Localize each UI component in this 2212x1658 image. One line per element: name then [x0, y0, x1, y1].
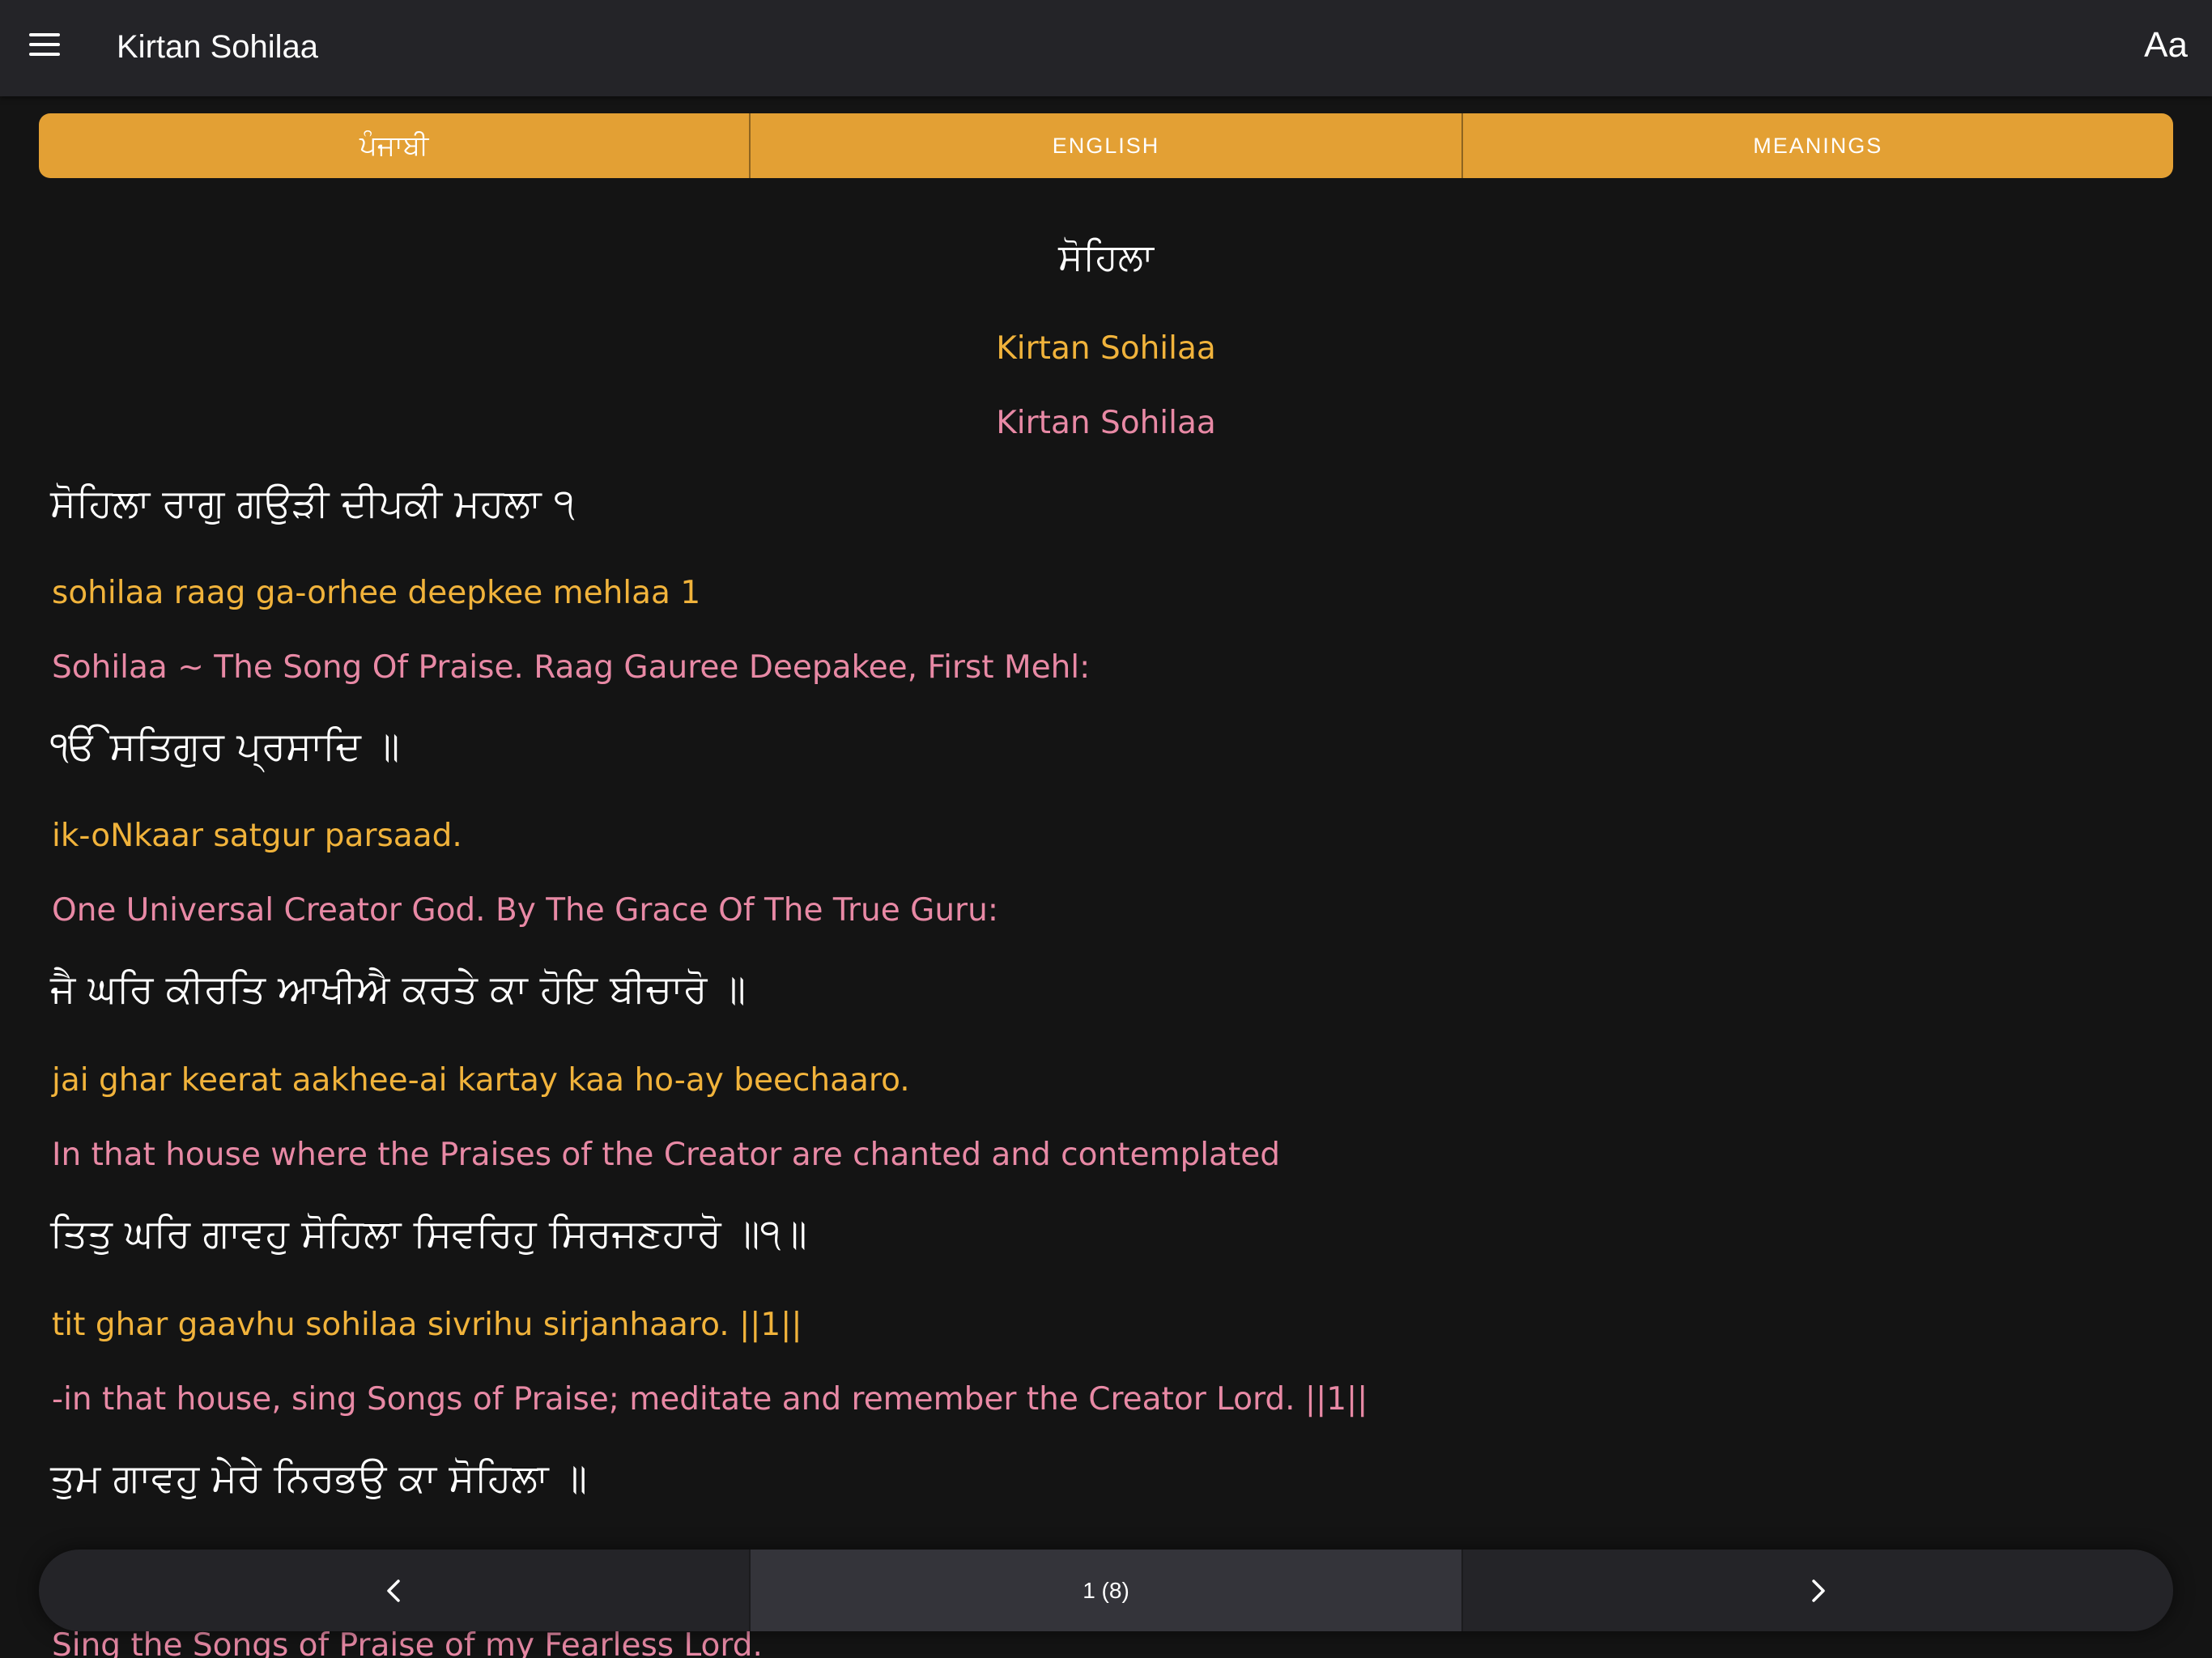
verse-gurmukhi: ੴ ਸਤਿਗੁਰ ਪ੍ਰਸਾਦਿ ॥: [50, 724, 400, 769]
verse-translation: Sohilaa ~ The Song Of Praise. Raag Gaure…: [52, 649, 1091, 686]
tab-punjabi[interactable]: ਪੰਜਾਬੀ: [39, 113, 749, 178]
heading-transliteration: Kirtan Sohilaa: [996, 330, 1216, 367]
verse-translation: One Universal Creator God. By The Grace …: [52, 892, 998, 929]
heading-translation: Kirtan Sohilaa: [996, 405, 1216, 441]
chevron-right-icon: [1812, 1579, 1826, 1602]
verse-gurmukhi: ਤੁਮ ਗਾਵਹੁ ਮੇਰੇ ਨਿਰਭਉ ਕਾ ਸੋਹਿਲਾ ॥: [50, 1456, 588, 1501]
next-page-button[interactable]: [1463, 1550, 2173, 1631]
font-size-button[interactable]: Aa: [2144, 21, 2188, 70]
verse-gurmukhi: ਜੈ ਘਰਿ ਕੀਰਤਿ ਆਖੀਐ ਕਰਤੇ ਕਾ ਹੋਇ ਬੀਚਾਰੋ ॥: [50, 967, 747, 1012]
page-title: Kirtan Sohilaa: [117, 29, 319, 65]
verse-transliteration: ik-oNkaar satgur parsaad.: [52, 818, 462, 854]
verse-transliteration: jai ghar keerat aakhee-ai kartay kaa ho-…: [52, 1062, 910, 1099]
verse-gurmukhi: ਤਿਤੁ ਘਰਿ ਗਾਵਹੁ ਸੋਹਿਲਾ ਸਿਵਰਿਹੁ ਸਿਰਜਣਹਾਰੋ …: [50, 1211, 807, 1256]
hamburger-menu-icon[interactable]: [24, 24, 65, 65]
tab-meanings[interactable]: MEANINGS: [1461, 113, 2173, 178]
verse-translation: In that house where the Praises of the C…: [52, 1137, 1280, 1173]
tab-english[interactable]: ENGLISH: [749, 113, 1461, 178]
verse-translation: -in that house, sing Songs of Praise; me…: [52, 1381, 1368, 1418]
verse-gurmukhi: ਸੋਹਿਲਾ ਰਾਗੁ ਗਉੜੀ ਦੀਪਕੀ ਮਹਲਾ ੧: [50, 481, 575, 526]
language-tabs: ਪੰਜਾਬੀ ENGLISH MEANINGS: [39, 113, 2173, 178]
chevron-left-icon: [386, 1579, 400, 1602]
pager-bar: 1 (8): [39, 1550, 2173, 1631]
app-root: Kirtan Sohilaa Aa ਪੰਜਾਬੀ ENGLISH MEANING…: [0, 0, 2212, 1658]
page-indicator: 1 (8): [749, 1550, 1463, 1631]
verse-transliteration: tit ghar gaavhu sohilaa sivrihu sirjanha…: [52, 1307, 802, 1343]
verse-translation: Sing the Songs of Praise of my Fearless …: [52, 1627, 763, 1658]
top-app-bar: Kirtan Sohilaa Aa: [0, 0, 2212, 96]
verse-transliteration: sohilaa raag ga-orhee deepkee mehlaa 1: [52, 575, 701, 611]
heading-gurmukhi: ਸੋਹਿਲਾ: [1058, 235, 1154, 278]
previous-page-button[interactable]: [39, 1550, 749, 1631]
